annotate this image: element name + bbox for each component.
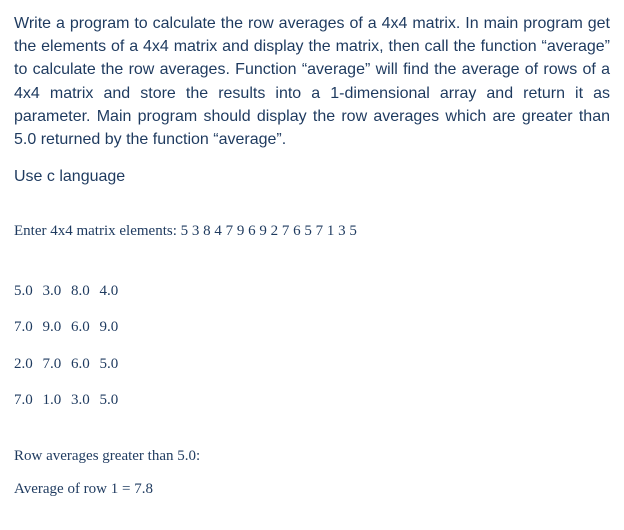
matrix-cell: 9.0 bbox=[43, 319, 62, 335]
matrix-cell: 6.0 bbox=[71, 319, 90, 335]
matrix-cell: 5.0 bbox=[100, 356, 119, 372]
matrix-row: 7.0 1.0 3.0 5.0 bbox=[14, 391, 610, 411]
matrix-cell: 6.0 bbox=[71, 356, 90, 372]
language-instruction: Use c language bbox=[14, 165, 610, 188]
question-text: Write a program to calculate the row ave… bbox=[14, 12, 610, 151]
prompt-label: Enter 4x4 matrix elements: bbox=[14, 223, 177, 239]
matrix-cell: 7.0 bbox=[14, 319, 33, 335]
matrix-cell: 1.0 bbox=[43, 392, 62, 408]
matrix-row: 5.0 3.0 8.0 4.0 bbox=[14, 282, 610, 302]
result-line: Average of row 1 = 7.8 bbox=[14, 480, 610, 500]
matrix-row: 7.0 9.0 6.0 9.0 bbox=[14, 318, 610, 338]
input-prompt-line: Enter 4x4 matrix elements: 5 3 8 4 7 9 6… bbox=[14, 222, 610, 242]
matrix-row: 2.0 7.0 6.0 5.0 bbox=[14, 355, 610, 375]
matrix-cell: 5.0 bbox=[14, 283, 33, 299]
matrix-cell: 7.0 bbox=[43, 356, 62, 372]
matrix-display: 5.0 3.0 8.0 4.0 7.0 9.0 6.0 9.0 2.0 7.0 … bbox=[14, 282, 610, 411]
matrix-cell: 2.0 bbox=[14, 356, 33, 372]
matrix-cell: 4.0 bbox=[100, 283, 119, 299]
result-heading: Row averages greater than 5.0: bbox=[14, 447, 610, 467]
matrix-cell: 9.0 bbox=[100, 319, 119, 335]
prompt-values: 5 3 8 4 7 9 6 9 2 7 6 5 7 1 3 5 bbox=[181, 223, 357, 239]
matrix-cell: 8.0 bbox=[71, 283, 90, 299]
matrix-cell: 3.0 bbox=[43, 283, 62, 299]
matrix-cell: 5.0 bbox=[100, 392, 119, 408]
matrix-cell: 7.0 bbox=[14, 392, 33, 408]
matrix-cell: 3.0 bbox=[71, 392, 90, 408]
